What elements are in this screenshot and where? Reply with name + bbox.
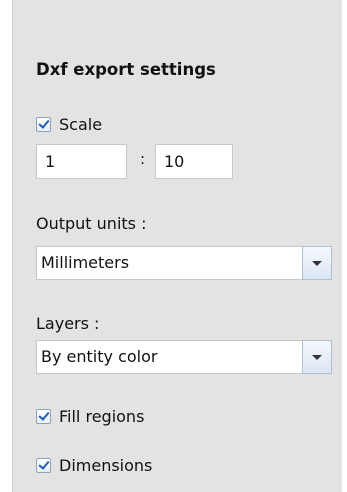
chevron-down-icon: [312, 260, 322, 266]
fill-regions-checkbox[interactable]: [36, 409, 51, 424]
dimensions-label: Dimensions: [59, 456, 153, 475]
fill-regions-checkbox-row[interactable]: Fill regions: [36, 407, 144, 426]
scale-denominator-input[interactable]: 10: [155, 144, 233, 179]
scale-separator: :: [140, 150, 146, 168]
output-units-dropdown-button[interactable]: [302, 246, 332, 280]
dimensions-checkbox-row[interactable]: Dimensions: [36, 456, 152, 475]
layers-value: By entity color: [41, 347, 158, 366]
dimensions-checkbox[interactable]: [36, 458, 51, 473]
output-units-value: Millimeters: [41, 253, 130, 272]
layers-select[interactable]: By entity color: [36, 340, 332, 374]
layers-label: Layers :: [36, 314, 100, 333]
scale-checkbox-row[interactable]: Scale: [36, 115, 102, 134]
output-units-label: Output units :: [36, 214, 147, 233]
layers-dropdown-button[interactable]: [302, 340, 332, 374]
fill-regions-label: Fill regions: [59, 407, 145, 426]
scale-numerator-input[interactable]: 1: [36, 144, 127, 179]
scale-label: Scale: [59, 115, 103, 134]
chevron-down-icon: [312, 354, 322, 360]
scale-checkbox[interactable]: [36, 117, 51, 132]
section-heading: Dxf export settings: [36, 60, 216, 79]
output-units-select[interactable]: Millimeters: [36, 246, 332, 280]
